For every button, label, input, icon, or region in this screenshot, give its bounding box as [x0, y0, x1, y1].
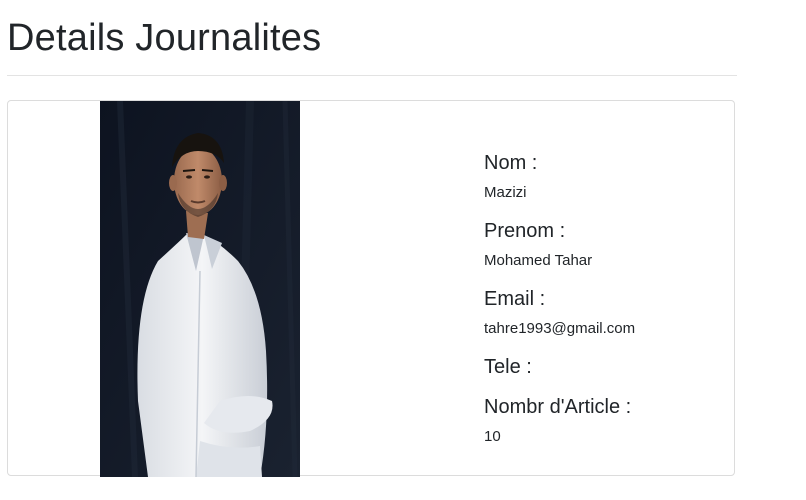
nom-label: Nom :	[484, 152, 538, 174]
field-prenom: Prenom : Mohamed Tahar	[484, 219, 724, 271]
prenom-label: Prenom :	[484, 220, 566, 242]
page: Details Journalites Nom: Mazizi Prenom …	[0, 0, 806, 500]
journalist-card: Nom : Mazizi Prenom : Mohamed Tahar Emai…	[7, 100, 735, 477]
journalist-photo	[100, 101, 300, 477]
prenom-value: Mohamed Tahar	[484, 252, 593, 269]
details-panel: Nom : Mazizi Prenom : Mohamed Tahar Emai…	[484, 151, 724, 463]
field-articles: Nombr d'Article : 10	[484, 395, 724, 447]
nom-value: Mazizi	[484, 184, 527, 201]
field-nom: Nom : Mazizi	[484, 151, 724, 203]
field-tele: Tele :	[484, 355, 724, 379]
articles-value: 10	[484, 428, 501, 445]
email-value: tahre1993@gmail.com	[484, 320, 636, 337]
divider	[7, 75, 737, 76]
tele-label: Tele :	[484, 356, 532, 378]
page-title: Details Journalites	[7, 17, 322, 59]
field-email: Email : tahre1993@gmail.com	[484, 287, 724, 339]
articles-label: Nombr d'Article :	[484, 396, 632, 418]
email-label: Email :	[484, 288, 546, 310]
